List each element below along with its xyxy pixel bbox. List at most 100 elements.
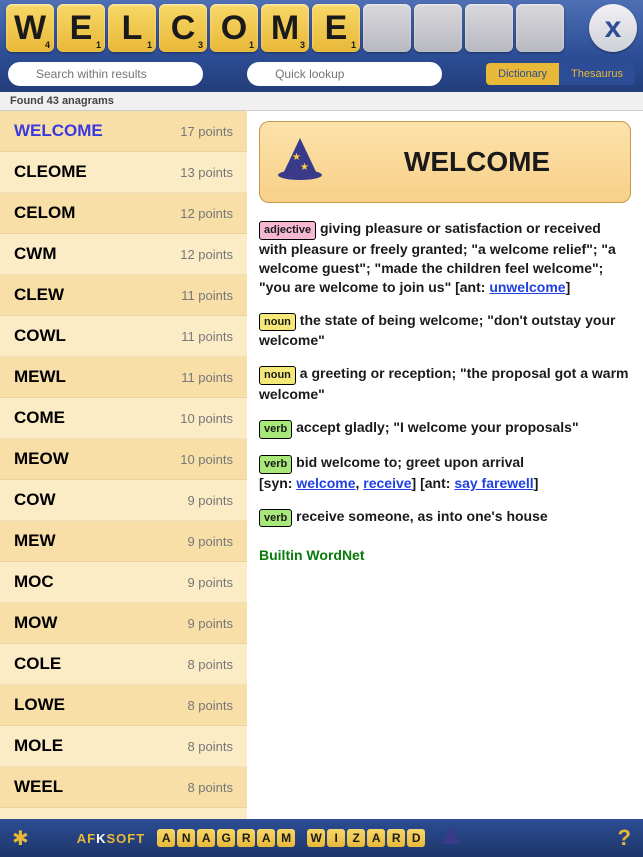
letter-tile[interactable]: E1	[57, 4, 105, 52]
word-label: COME	[14, 408, 65, 428]
word-label: WELCOME	[14, 121, 103, 141]
bottom-bar: ✱ AFKSOFT ANAGRAMWIZARD ?	[0, 819, 643, 857]
word-label: MEWL	[14, 367, 66, 387]
empty-tile[interactable]	[414, 4, 462, 52]
word-list[interactable]: WELCOME17 points CLEOME 13 points CELOM 12 p…	[0, 111, 247, 819]
word-label: MEOW	[14, 449, 69, 469]
word-row[interactable]: CEL7 points	[0, 808, 247, 819]
word-label: MOC	[14, 572, 54, 592]
clear-button[interactable]: x	[589, 4, 637, 52]
link[interactable]: unwelcome	[489, 279, 565, 295]
brand-tile: G	[217, 829, 235, 847]
points-label: 9 points	[187, 493, 233, 508]
points-label: 8 points	[187, 739, 233, 754]
pos-tag: noun	[259, 366, 296, 385]
points-label: 13 points	[180, 165, 233, 180]
points-label: 12 points	[180, 206, 233, 221]
empty-tile[interactable]	[363, 4, 411, 52]
word-label: COWL	[14, 326, 66, 346]
word-row[interactable]: MEWL 11 points	[0, 357, 247, 398]
word-row[interactable]: COME 10 points	[0, 398, 247, 439]
brand-tile: A	[197, 829, 215, 847]
points-label: 8 points	[187, 698, 233, 713]
word-row[interactable]: MEOW 10 points	[0, 439, 247, 480]
word-row[interactable]: WELCOME17 points	[0, 111, 247, 152]
brand-tile: A	[367, 829, 385, 847]
empty-tile[interactable]	[516, 4, 564, 52]
word-row[interactable]: MOLE 8 points	[0, 726, 247, 767]
word-row[interactable]: CWM 12 points	[0, 234, 247, 275]
word-label: CWM	[14, 244, 56, 264]
pos-tag: verb	[259, 455, 292, 474]
brand-tile: W	[307, 829, 325, 847]
brand-tile: Z	[347, 829, 365, 847]
definition-panel: ★ ★ WELCOME adjective giving pleasure or…	[247, 111, 643, 819]
word-label: COLE	[14, 654, 61, 674]
thesaurus-toggle[interactable]: Thesaurus	[559, 63, 635, 85]
definition: noun a greeting or reception; "the propo…	[259, 364, 631, 404]
points-label: 12 points	[180, 247, 233, 262]
word-label: MOLE	[14, 736, 63, 756]
headword: WELCOME	[340, 146, 614, 178]
letter-tile[interactable]: O1	[210, 4, 258, 52]
wizard-icon: ★ ★	[276, 138, 324, 186]
link[interactable]: say farewell	[454, 475, 533, 491]
dictionary-toggle[interactable]: Dictionary	[486, 63, 559, 85]
main-content: WELCOME17 points CLEOME 13 points CELOM 12 p…	[0, 111, 643, 819]
link[interactable]: receive	[363, 475, 411, 491]
brand-tile: M	[277, 829, 295, 847]
brand-label: AFKSOFT	[77, 831, 145, 846]
headword-card: ★ ★ WELCOME	[259, 121, 631, 203]
mini-wizard-icon	[439, 826, 463, 850]
word-row[interactable]: LOWE8 points	[0, 685, 247, 726]
word-row[interactable]: MOC 9 points	[0, 562, 247, 603]
points-label: 9 points	[187, 534, 233, 549]
word-row[interactable]: WEEL8 points	[0, 767, 247, 808]
letter-tile[interactable]: W4	[6, 4, 54, 52]
points-label: 11 points	[181, 288, 233, 303]
mode-toggle: Dictionary Thesaurus	[486, 63, 635, 85]
link[interactable]: welcome	[296, 475, 355, 491]
results-count: Found 43 anagrams	[0, 92, 643, 111]
help-icon[interactable]: ?	[618, 825, 631, 851]
settings-icon[interactable]: ✱	[12, 826, 29, 851]
brand-tile: I	[327, 829, 345, 847]
word-label: MEW	[14, 531, 56, 551]
pos-tag: adjective	[259, 221, 316, 240]
word-label: CLEOME	[14, 162, 87, 182]
points-label: 8 points	[187, 657, 233, 672]
word-row[interactable]: COW 9 points	[0, 480, 247, 521]
points-label: 10 points	[180, 411, 233, 426]
pos-tag: verb	[259, 509, 292, 528]
brand-tile: D	[407, 829, 425, 847]
letter-tile[interactable]: E1	[312, 4, 360, 52]
empty-tile[interactable]	[465, 4, 513, 52]
brand-tile: A	[157, 829, 175, 847]
app-name: ANAGRAMWIZARD	[157, 829, 425, 847]
word-row[interactable]: MEW 9 points	[0, 521, 247, 562]
word-label: COW	[14, 490, 56, 510]
letter-tile[interactable]: M3	[261, 4, 309, 52]
definition: verb accept gladly; "I welcome your prop…	[259, 418, 631, 439]
quick-lookup-input[interactable]	[247, 62, 442, 86]
word-row[interactable]: CLEW 11 points	[0, 275, 247, 316]
word-label: CLEW	[14, 285, 64, 305]
points-label: 9 points	[187, 616, 233, 631]
word-row[interactable]: CELOM 12 points	[0, 193, 247, 234]
word-label: CELOM	[14, 203, 75, 223]
points-label: 11 points	[181, 370, 233, 385]
word-row[interactable]: COLE 8 points	[0, 644, 247, 685]
letter-tile[interactable]: L1	[108, 4, 156, 52]
pos-tag: verb	[259, 420, 292, 439]
brand-tile: A	[257, 829, 275, 847]
word-label: WEEL	[14, 777, 63, 797]
definition: verb receive someone, as into one's hous…	[259, 507, 631, 528]
letter-tile[interactable]: C3	[159, 4, 207, 52]
word-row[interactable]: MOW9 points	[0, 603, 247, 644]
search-within-input[interactable]	[8, 62, 203, 86]
word-row[interactable]: CLEOME 13 points	[0, 152, 247, 193]
word-row[interactable]: COWL 11 points	[0, 316, 247, 357]
points-label: 9 points	[187, 575, 233, 590]
points-label: 10 points	[180, 452, 233, 467]
points-label: 11 points	[181, 329, 233, 344]
